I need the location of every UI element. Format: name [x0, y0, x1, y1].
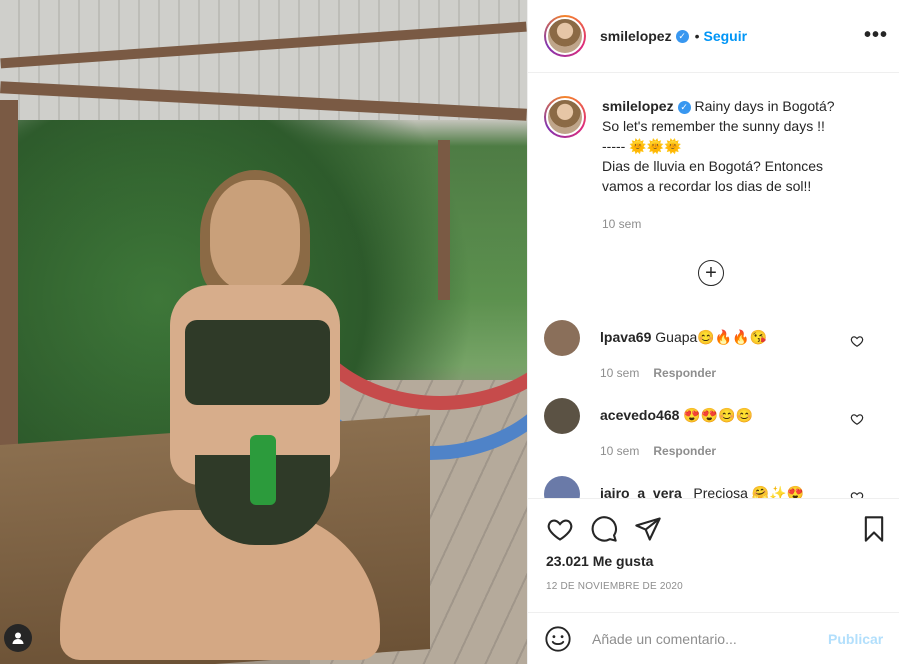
emoji-icon[interactable] [544, 625, 572, 653]
publish-button[interactable]: Publicar [828, 631, 883, 647]
comment-text: 😍😍😊😊 [683, 407, 754, 423]
comment-time: 10 sem [600, 444, 640, 458]
comment-avatar[interactable] [544, 398, 580, 434]
separator-dot: • [694, 28, 700, 44]
caption-time: 10 sem [602, 217, 642, 231]
reply-button[interactable]: Responder [653, 444, 716, 458]
comment-username[interactable]: lpava69 [600, 329, 651, 345]
comment-like-icon[interactable] [850, 412, 864, 426]
comment-icon[interactable] [590, 515, 618, 543]
comment-like-icon[interactable] [850, 490, 864, 498]
follow-button[interactable]: Seguir [704, 28, 748, 44]
comment-input[interactable] [590, 629, 818, 648]
caption-body: smilelopez ✓ Rainy days in Bogotá? So let… [602, 96, 835, 234]
more-options-icon[interactable]: ••• [864, 24, 888, 47]
caption-line-2: So let's remember the sunny days !! [602, 118, 825, 134]
bookmark-icon[interactable] [860, 515, 888, 543]
header-username[interactable]: smilelopez [600, 28, 672, 44]
comment-item: jairo_a_vera_ Preciosa 🤗✨😍 [544, 476, 884, 498]
caption-line-4: Dias de lluvia en Bogotá? Entonces [602, 158, 824, 174]
likes-count[interactable]: 23.021 Me gusta [546, 553, 653, 569]
caption-username[interactable]: smilelopez [602, 98, 674, 114]
photo-person [60, 170, 380, 660]
verified-icon: ✓ [675, 29, 689, 43]
post-date[interactable]: 12 DE NOVIEMBRE DE 2020 [546, 581, 683, 592]
comment-item: lpava69 Guapa😊🔥🔥😘 10 sem Responder [544, 320, 884, 382]
photo-post [0, 100, 18, 470]
comment-box: Publicar [528, 612, 899, 664]
comment-time: 10 sem [600, 366, 640, 380]
comments-section[interactable]: smilelopez ✓ Rainy days in Bogotá? So let… [528, 74, 899, 498]
heart-icon[interactable] [546, 515, 574, 543]
avatar[interactable] [544, 15, 586, 57]
post-panel: smilelopez ✓ • Seguir ••• smilelopez ✓ Ra… [527, 0, 899, 664]
caption: smilelopez ✓ Rainy days in Bogotá? So let… [544, 96, 884, 234]
caption-avatar[interactable] [544, 96, 586, 138]
comment-avatar[interactable] [544, 320, 580, 356]
comment-like-icon[interactable] [850, 334, 864, 348]
caption-line-1: Rainy days in Bogotá? [694, 98, 835, 114]
post-header: smilelopez ✓ • Seguir ••• [528, 0, 899, 73]
verified-icon: ✓ [677, 100, 691, 114]
comment-avatar[interactable] [544, 476, 580, 498]
comment-username[interactable]: acevedo468 [600, 407, 679, 423]
action-bar [528, 498, 899, 558]
paper-plane-icon[interactable] [634, 515, 662, 543]
load-more-comments-button[interactable]: + [698, 260, 724, 286]
caption-line-3: ----- 🌞🌞🌞 [602, 138, 682, 154]
comment-item: acevedo468 😍😍😊😊 10 sem Responder [544, 398, 884, 460]
comment-text: Preciosa 🤗✨😍 [693, 485, 805, 498]
user-tag-icon[interactable] [4, 624, 32, 652]
caption-line-5: vamos a recordar los dias de sol!! [602, 178, 812, 194]
reply-button[interactable]: Responder [653, 366, 716, 380]
comment-username[interactable]: jairo_a_vera_ [600, 485, 690, 498]
comment-text: Guapa😊🔥🔥😘 [655, 329, 768, 345]
post-photo[interactable] [0, 0, 527, 664]
